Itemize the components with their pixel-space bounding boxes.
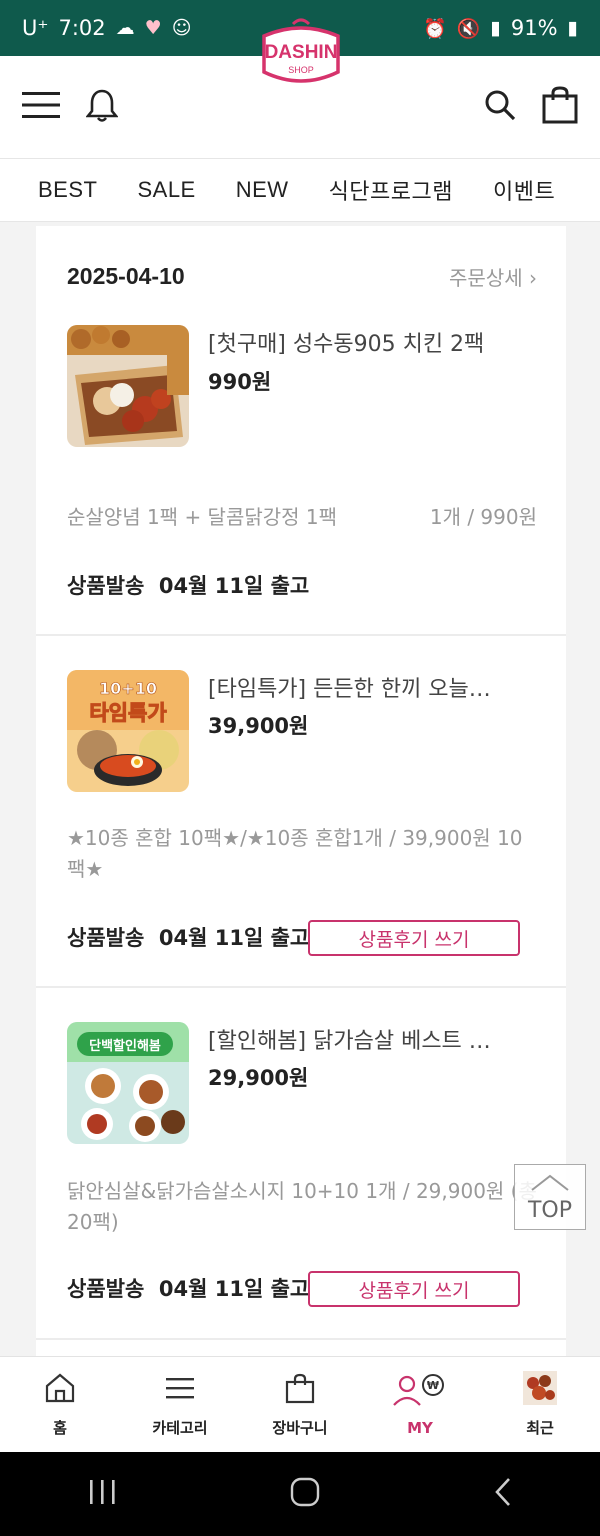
write-review-button[interactable]: 상품후기 쓰기 bbox=[308, 1271, 520, 1307]
user-won-icon: ₩ bbox=[393, 1373, 447, 1411]
cart-bag-icon[interactable] bbox=[542, 86, 578, 128]
smile-icon: ☺ bbox=[171, 17, 192, 39]
write-review-button[interactable]: 상품후기 쓰기 bbox=[308, 920, 520, 956]
shipping-date: 04월 11일 출고 bbox=[158, 1277, 310, 1301]
nav-label: 최근 bbox=[526, 1419, 554, 1437]
product-thumbnail[interactable]: 단백할인해봄 bbox=[67, 1022, 189, 1144]
nav-label: MY bbox=[407, 1418, 433, 1437]
badge-main-text: 타임특가 bbox=[89, 701, 167, 725]
dashin-logo[interactable]: DASHIN SHOP bbox=[258, 14, 344, 88]
product-price: 29,900원 bbox=[208, 1066, 309, 1090]
heart-icon: ♥ bbox=[144, 17, 162, 39]
shipping-label: 상품발송 bbox=[67, 926, 145, 950]
divider bbox=[36, 1338, 566, 1340]
tab-new[interactable]: NEW bbox=[236, 177, 289, 203]
badge-top-text: 10+10 bbox=[99, 679, 157, 698]
product-option: 닭안심살&닭가슴살소시지 10+10 1개 / 29,900원 (총20팩) bbox=[67, 1179, 537, 1234]
option-qty-price: 1개 / 990원 bbox=[429, 505, 537, 529]
product-name[interactable]: [할인해봄] 닭가슴살 베스트 … bbox=[208, 1023, 548, 1055]
shipping-status: 상품발송 04월 11일 출고 bbox=[67, 1273, 309, 1303]
nav-label: 카테고리 bbox=[152, 1419, 208, 1437]
scroll-top-button[interactable]: TOP bbox=[514, 1164, 586, 1230]
tab-best[interactable]: BEST bbox=[38, 177, 97, 203]
product-price: 39,900원 bbox=[208, 714, 309, 738]
back-icon[interactable] bbox=[493, 1477, 513, 1511]
product-price: 990원 bbox=[208, 370, 272, 394]
product-name[interactable]: [타임특가] 든든한 한끼 오늘… bbox=[208, 671, 548, 703]
order-date: 2025-04-10 bbox=[67, 263, 185, 289]
bell-icon[interactable] bbox=[85, 88, 119, 126]
shipping-label: 상품발송 bbox=[67, 1277, 145, 1301]
carrier-label: U⁺ bbox=[22, 16, 49, 40]
category-tabs: BEST SALE NEW 식단프로그램 이벤트 bbox=[0, 158, 600, 222]
divider bbox=[36, 986, 566, 988]
shipping-date: 04월 11일 출고 bbox=[158, 574, 310, 598]
nav-my[interactable]: ₩ MY bbox=[360, 1373, 480, 1437]
signal-icon: ▮ bbox=[490, 17, 501, 39]
home-icon bbox=[43, 1371, 77, 1409]
hamburger-menu-icon[interactable] bbox=[22, 91, 60, 123]
product-name[interactable]: [첫구매] 성수동905 치킨 2팩 bbox=[208, 326, 548, 358]
shipping-status: 상품발송 04월 11일 출고 bbox=[67, 922, 309, 952]
nav-label: 장바구니 bbox=[272, 1419, 328, 1437]
mute-icon: 🔇 bbox=[456, 17, 481, 40]
bottom-navigation: 홈 카테고리 장바구니 ₩ MY 최근 bbox=[0, 1356, 600, 1452]
badge-main-text: 단백할인해봄 bbox=[89, 1038, 161, 1054]
order-list: 2025-04-10 주문상세 › [첫구매] 성수동905 치킨 2팩 990… bbox=[36, 226, 566, 1356]
battery-percent: 91% bbox=[510, 16, 558, 40]
nav-category[interactable]: 카테고리 bbox=[120, 1371, 240, 1438]
divider bbox=[36, 634, 566, 636]
option-text: 순살양념 1팩 + 달콤닭강정 1팩 bbox=[67, 505, 338, 529]
home-button-icon[interactable] bbox=[290, 1477, 320, 1511]
tab-diet-program[interactable]: 식단프로그램 bbox=[329, 174, 453, 206]
shipping-date: 04월 11일 출고 bbox=[158, 926, 310, 950]
alarm-icon: ⏰ bbox=[423, 17, 447, 40]
product-thumbnail[interactable] bbox=[67, 325, 189, 447]
logo-subtext: SHOP bbox=[288, 65, 314, 75]
nav-cart[interactable]: 장바구니 bbox=[240, 1371, 360, 1438]
product-option: 순살양념 1팩 + 달콤닭강정 1팩 1개 / 990원 bbox=[67, 502, 537, 533]
order-detail-link[interactable]: 주문상세 › bbox=[449, 262, 537, 291]
search-icon[interactable] bbox=[484, 89, 516, 125]
recent-apps-icon[interactable] bbox=[87, 1478, 117, 1510]
clock: 7:02 bbox=[58, 16, 106, 40]
tab-sale[interactable]: SALE bbox=[137, 177, 195, 203]
nav-label: 홈 bbox=[53, 1419, 67, 1437]
tab-event[interactable]: 이벤트 bbox=[493, 174, 555, 206]
logo-text: DASHIN bbox=[265, 42, 338, 63]
shipping-label: 상품발송 bbox=[67, 574, 145, 598]
product-thumbnail[interactable]: 10+10 타임특가 bbox=[67, 670, 189, 792]
order-header: 2025-04-10 주문상세 › bbox=[67, 262, 537, 291]
nav-recent[interactable]: 최근 bbox=[480, 1371, 600, 1438]
menu-icon bbox=[163, 1371, 197, 1409]
shipping-status: 상품발송 04월 11일 출고 bbox=[67, 570, 309, 600]
system-navigation-bar bbox=[0, 1452, 600, 1536]
bag-icon bbox=[283, 1371, 317, 1409]
cloud-icon: ☁ bbox=[115, 17, 135, 39]
product-option: ★10종 혼합 10팩★/★10종 혼합1개 / 39,900원 10팩★ bbox=[67, 826, 523, 881]
nav-home[interactable]: 홈 bbox=[0, 1371, 120, 1438]
battery-icon: ▮ bbox=[567, 17, 578, 39]
svg-text:₩: ₩ bbox=[427, 1379, 439, 1392]
top-label: TOP bbox=[527, 1198, 573, 1223]
recent-product-thumbnail bbox=[523, 1371, 557, 1409]
chevron-up-icon bbox=[528, 1172, 572, 1198]
